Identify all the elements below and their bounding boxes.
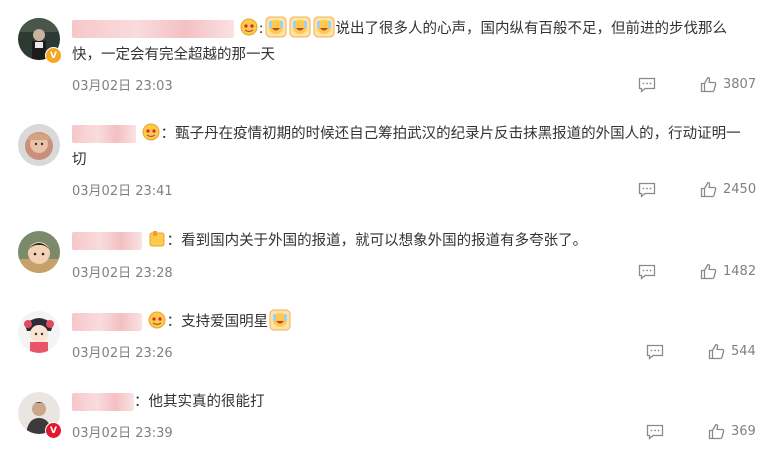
comment-text-body: ：他其实真的很能打 (134, 394, 265, 410)
reply-icon[interactable] (646, 344, 664, 360)
comment-text-line1: ：甄子丹在疫情初期的时候还自己筹拍武汉的纪录片反击抹黑报道的外国人的，行动证明一 (160, 126, 741, 142)
username-blurred[interactable] (72, 313, 142, 331)
comment-text: ：支持爱国明星 (72, 309, 762, 334)
like-count: 1482 (723, 264, 757, 279)
emoji-icon (148, 311, 166, 329)
avatar[interactable] (18, 124, 60, 166)
avatar[interactable] (18, 231, 60, 273)
username-blurred[interactable] (72, 393, 134, 411)
comment-text: ：甄子丹在疫情初期的时候还自己筹拍武汉的纪录片反击抹黑报道的外国人的，行动证明一 (72, 122, 762, 146)
reply-icon[interactable] (646, 424, 664, 440)
emoji-icon (149, 231, 165, 247)
comment-time: 03月02日 23:39 (72, 426, 173, 441)
thumbs-up-icon[interactable] (700, 263, 717, 280)
avatar[interactable] (18, 311, 60, 353)
thumbs-up-icon[interactable] (700, 181, 717, 198)
reply-icon[interactable] (638, 264, 656, 280)
comment-text-line2: 切 (72, 152, 87, 168)
comment-text: ：看到国内关于外国的报道，就可以想象外国的报道有多夸张了。 (72, 229, 762, 253)
like-count: 369 (731, 424, 756, 439)
comment-item: V ：他其实真的很能打 03月02日 23:39 369 (0, 0, 780, 441)
reply-icon[interactable] (638, 182, 656, 198)
comment-time: 03月02日 23:41 (72, 184, 173, 199)
comment-time: 03月02日 23:28 (72, 266, 173, 281)
comment-text-body: ：看到国内关于外国的报道，就可以想象外国的报道有多夸张了。 (166, 233, 588, 249)
emoji-icon (142, 123, 160, 141)
comment-text-body: ：支持爱国明星 (166, 314, 269, 330)
comment-time: 03月02日 23:26 (72, 346, 173, 361)
like-count: 544 (731, 344, 756, 359)
verified-badge-icon: V (45, 422, 62, 439)
emoji-icon (269, 309, 291, 331)
username-blurred[interactable] (72, 125, 136, 143)
thumbs-up-icon[interactable] (708, 343, 725, 360)
thumbs-up-icon[interactable] (708, 423, 725, 440)
comment-text: ：他其实真的很能打 (72, 390, 762, 414)
like-count: 2450 (723, 182, 757, 197)
username-blurred[interactable] (72, 232, 142, 250)
